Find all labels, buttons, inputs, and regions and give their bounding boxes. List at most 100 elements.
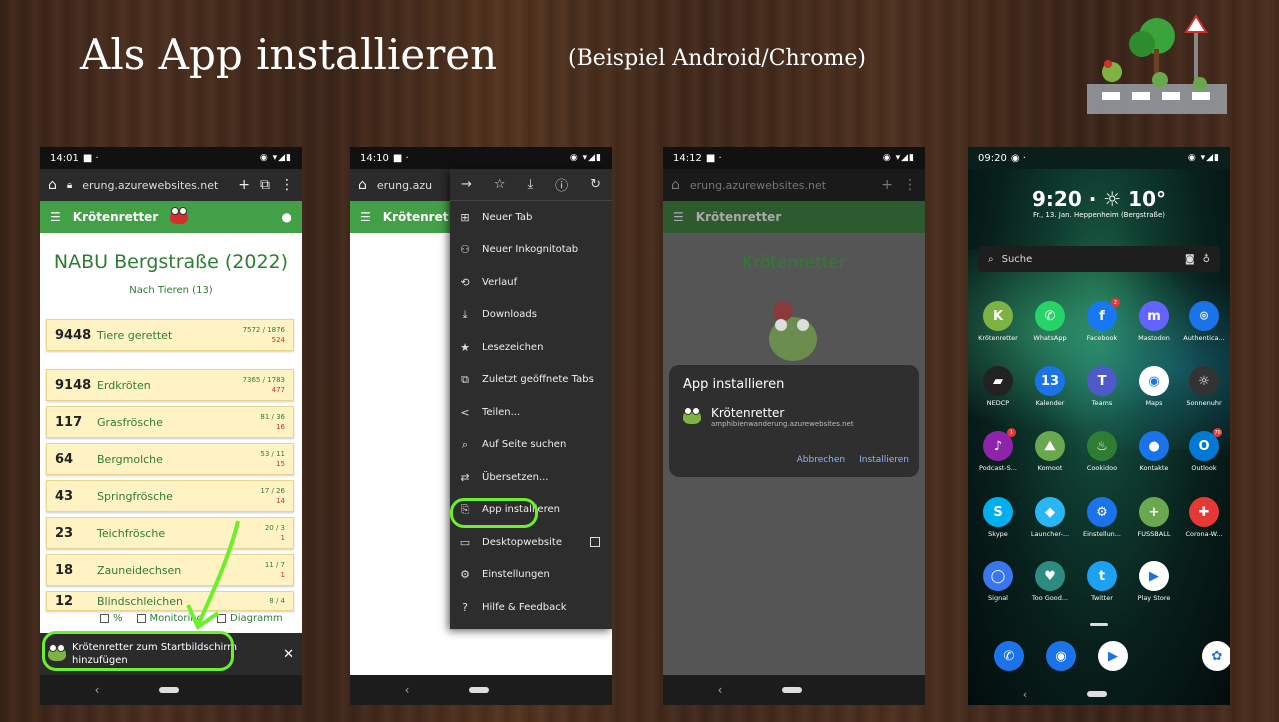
app-icon-cell[interactable]: ▰ NEDCP [972, 366, 1024, 407]
info-icon[interactable]: ⓘ [555, 175, 568, 194]
row-ratio: 7365 / 1783 [242, 376, 285, 384]
menu-item-desktop-site[interactable]: ▭ Desktopwebsite [450, 526, 612, 559]
hamburger-menu-icon[interactable]: ☰ [50, 210, 61, 224]
chrome-overflow-menu: → ☆ ⤓ ⓘ ↻ ⊞ Neuer Tab ⚇ Neuer Inkognitotab… [450, 169, 612, 629]
stat-row[interactable]: 23 Teichfrösche 20 / 31 [46, 517, 294, 549]
app-icon-cell[interactable]: O 70 Outlook [1178, 428, 1230, 472]
checkbox-percent[interactable]: % [100, 613, 123, 624]
more-menu-icon[interactable]: ⋮ [280, 177, 294, 193]
menu-item-find[interactable]: ⌕ Auf Seite suchen [450, 429, 612, 462]
history-icon: ⟲ [460, 275, 470, 289]
url-text[interactable]: erung.azurewebsites.net [82, 179, 228, 192]
app-icon-cell[interactable]: ◉ Maps [1128, 366, 1180, 407]
home-icon[interactable]: ⌂ [671, 177, 680, 193]
app-icon-cell[interactable]: t Twitter [1076, 561, 1128, 602]
menu-label: Neuer Inkognitotab [482, 244, 579, 256]
menu-item-share[interactable]: < Teilen... [450, 396, 612, 429]
search-label: Suche [1001, 253, 1033, 265]
menu-item-help[interactable]: ? Hilfe & Feedback [450, 591, 612, 624]
user-icon[interactable]: ● [282, 210, 292, 224]
dock-app-icon[interactable]: ◉ [1035, 641, 1087, 671]
back-icon[interactable]: ‹ [405, 683, 410, 697]
install-button[interactable]: Installieren [859, 455, 909, 465]
dock-app-icon[interactable]: ▶ [1087, 641, 1139, 671]
app-label: Sonnenuhr [1186, 399, 1222, 407]
stat-row[interactable]: 18 Zauneidechsen 11 / 71 [46, 554, 294, 586]
menu-item-translate[interactable]: ⇄ Übersetzen... [450, 461, 612, 494]
back-icon[interactable]: ‹ [95, 683, 100, 697]
app-icon-cell[interactable]: ♨ Cookidoo [1076, 431, 1128, 472]
app-icon-cell[interactable]: ▶ Play Store [1128, 561, 1180, 602]
row-dead: 524 [271, 336, 285, 344]
back-icon[interactable]: ‹ [1023, 688, 1027, 701]
app-icon-cell[interactable]: ⌾ Authentica... [1178, 301, 1230, 342]
app-icon-cell[interactable]: + FUSSBALL [1128, 497, 1180, 538]
app-icon-cell[interactable]: m Mastodon [1128, 301, 1180, 342]
microphone-icon[interactable]: ♁ [1203, 254, 1210, 265]
app-icon-cell[interactable]: K Krötenretter [972, 301, 1024, 342]
forward-icon[interactable]: → [461, 177, 472, 192]
app-launcher-icon: ● [1139, 431, 1169, 461]
stat-row[interactable]: 117 Grasfrösche 81 / 36 16 [46, 406, 294, 438]
menu-item-settings[interactable]: ⚙ Einstellungen [450, 559, 612, 592]
stat-row[interactable]: 9148 Erdkröten 7365 / 1783 477 [46, 369, 294, 401]
dock-app-icon[interactable]: ✆ [983, 641, 1035, 671]
reload-icon[interactable]: ↻ [590, 177, 601, 192]
app-icon-cell[interactable]: ✚ Corona-W... [1178, 497, 1230, 538]
download-icon[interactable]: ⤓ [527, 177, 533, 192]
app-launcher-icon: ✆ [1035, 301, 1065, 331]
more-menu-icon[interactable]: ⋮ [903, 177, 917, 193]
desktop-site-checkbox[interactable] [590, 537, 600, 548]
home-icon[interactable]: ⌂ [358, 177, 367, 193]
menu-item-bookmarks[interactable]: ★ Lesezeichen [450, 331, 612, 364]
status-time: 14:12 [673, 152, 702, 164]
menu-item-downloads[interactable]: ⤓ Downloads [450, 299, 612, 332]
app-icon-cell[interactable]: ◆ Launcher-... [1024, 497, 1076, 538]
app-icon-cell[interactable]: ● Kontakte [1128, 431, 1180, 472]
close-icon[interactable]: ✕ [283, 647, 294, 662]
search-widget[interactable]: ⌕ Suche ◙ ♁ [978, 246, 1220, 272]
new-tab-icon[interactable]: + [238, 177, 250, 193]
app-icon-cell[interactable]: S Skype [972, 497, 1024, 538]
stat-row[interactable]: 64 Bergmolche 53 / 11 15 [46, 443, 294, 475]
home-pill-icon[interactable] [159, 687, 180, 693]
stat-row[interactable]: 9448 Tiere gerettet 7572 / 1876 524 [46, 319, 294, 351]
url-text[interactable]: erung.azurewebsites.net [690, 179, 871, 192]
row-dead: 477 [271, 386, 285, 394]
app-icon-cell[interactable]: 13 Kalender [1024, 366, 1076, 407]
app-icon-cell[interactable]: ✆ WhatsApp [1024, 301, 1076, 342]
app-icon-cell[interactable]: ☼ Sonnenuhr [1178, 366, 1230, 407]
phone-screenshot-4: 09:20 ◉ · ◉ ▾◢▮ 9:20 · ☼ 10° Fr., 13. Jan… [968, 147, 1230, 705]
app-icon-cell[interactable]: ⛰ Komoot [1024, 431, 1076, 472]
back-icon[interactable]: ‹ [718, 683, 723, 697]
find-icon: ⌕ [461, 437, 469, 451]
home-pill-icon[interactable] [1087, 691, 1108, 697]
app-icon-cell[interactable]: ♪ 1 Podcast-S... [972, 428, 1024, 472]
app-icon-cell[interactable]: f 2 Facebook [1076, 298, 1128, 342]
menu-item-incognito[interactable]: ⚇ Neuer Inkognitotab [450, 234, 612, 267]
home-icon[interactable]: ⌂ [48, 177, 57, 193]
camera-icon[interactable]: ◙ [1185, 254, 1195, 265]
hamburger-menu-icon[interactable]: ☰ [360, 210, 371, 224]
app-icon-cell[interactable]: ⚙ Einstellun... [1076, 497, 1128, 538]
section-label[interactable]: Nach Tieren (13) [40, 285, 302, 296]
cancel-button[interactable]: Abbrechen [797, 455, 846, 465]
tabs-count-icon[interactable]: ⧉ [260, 177, 270, 193]
app-label: FUSSBALL [1137, 530, 1171, 538]
app-icon-cell[interactable]: ◯ Signal [972, 561, 1024, 602]
new-tab-icon[interactable]: + [881, 177, 893, 193]
home-pill-icon[interactable] [782, 687, 803, 693]
app-icon-cell[interactable]: ♥ Too Good... [1024, 561, 1076, 602]
bookmark-star-icon[interactable]: ☆ [494, 177, 506, 192]
clock-widget[interactable]: 9:20 · ☼ 10° [968, 187, 1230, 211]
dock-app-icon[interactable]: ✿ [1191, 641, 1230, 671]
home-pill-icon[interactable] [469, 687, 490, 693]
stat-row[interactable]: 43 Springfrösche 17 / 26 14 [46, 480, 294, 512]
menu-label: Einstellungen [482, 569, 550, 581]
menu-item-new-tab[interactable]: ⊞ Neuer Tab [450, 201, 612, 234]
menu-item-history[interactable]: ⟲ Verlauf [450, 266, 612, 299]
menu-item-recent-tabs[interactable]: ⧉ Zuletzt geöffnete Tabs [450, 364, 612, 397]
stat-row[interactable]: 12 Blindschleichen 8 / 4 [46, 591, 294, 611]
hamburger-menu-icon[interactable]: ☰ [673, 210, 684, 224]
app-icon-cell[interactable]: T Teams [1076, 366, 1128, 407]
